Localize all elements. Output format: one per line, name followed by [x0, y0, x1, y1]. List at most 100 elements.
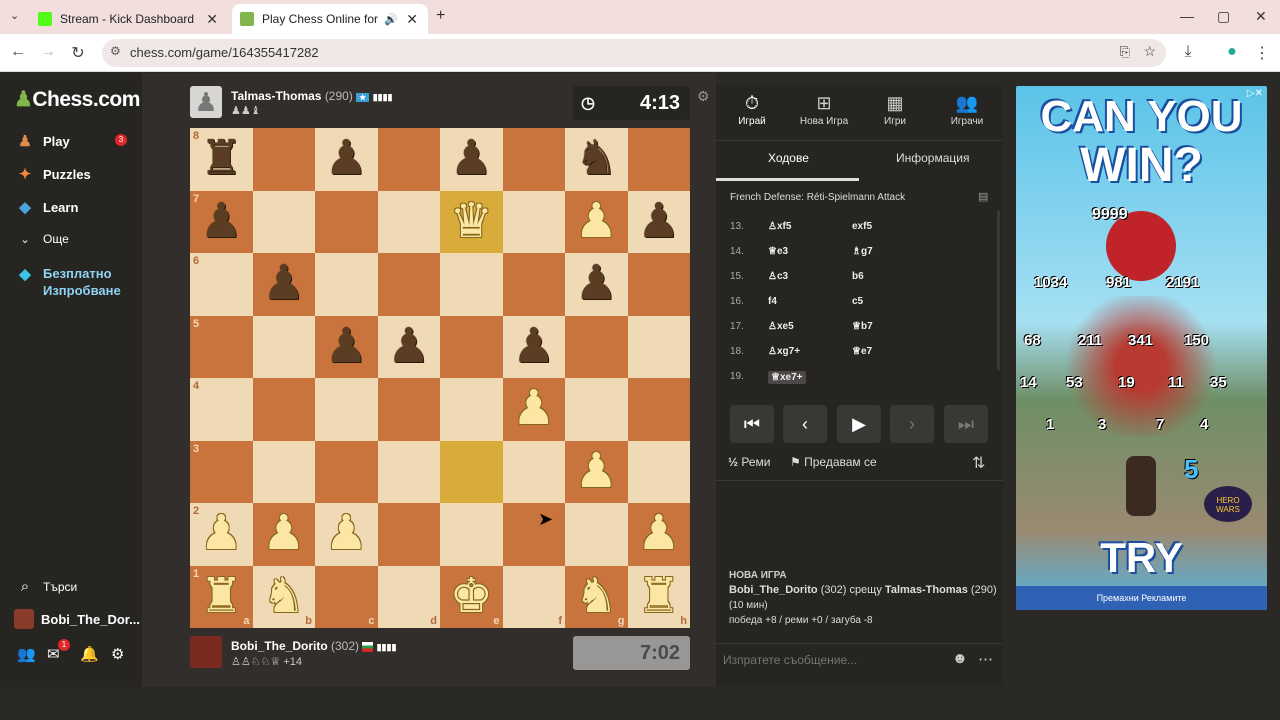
menu-icon[interactable]: ⋮ [1252, 43, 1272, 63]
install-icon[interactable]: ⎘ [1120, 44, 1130, 60]
profile-icon[interactable]: ● [1222, 43, 1242, 61]
square-d6[interactable] [377, 253, 440, 316]
previous-move-button[interactable]: ‹ [783, 405, 827, 443]
sidebar-item-free-trial[interactable]: ◆ Безплатно Изпробване [14, 265, 133, 299]
black-move[interactable]: ♕b7 [852, 321, 873, 332]
audio-icon[interactable]: 🔊 [384, 13, 398, 26]
square-b3[interactable] [252, 440, 315, 503]
square-d7[interactable] [377, 190, 440, 253]
square-b8[interactable] [252, 128, 315, 191]
close-window-icon[interactable]: ✕ [1255, 8, 1267, 25]
square-a8[interactable]: 8 ♜ [190, 128, 253, 191]
sidebar-item-more[interactable]: ⌄ Още [14, 232, 68, 246]
chess-logo[interactable]: ♟Chess.com [14, 87, 140, 112]
opening-book-icon[interactable]: ▤ [978, 190, 988, 203]
tab-search-icon[interactable]: ⌄ [10, 9, 19, 22]
black-rook-piece[interactable]: ♜ [190, 128, 253, 191]
opening-name[interactable]: French Defense: Réti-Spielmann Attack [730, 192, 905, 203]
opponent-avatar[interactable]: ♟ [190, 86, 222, 118]
square-c4[interactable] [315, 378, 378, 441]
black-pawn-piece[interactable]: ♟ [315, 316, 378, 379]
white-rook-piece[interactable]: ♜ [628, 566, 691, 629]
more-options-icon[interactable]: ⋯ [978, 650, 993, 668]
settings-icon[interactable]: ⚙ [111, 645, 124, 663]
square-a5[interactable]: 5 [190, 315, 253, 378]
square-d8[interactable] [377, 128, 440, 191]
resign-button[interactable]: ⚑ Предавам се [790, 455, 877, 469]
square-h8[interactable] [627, 128, 690, 191]
first-move-button[interactable]: ⏮ [730, 405, 774, 443]
square-a7[interactable]: 7 ♟ [190, 190, 253, 253]
square-a3[interactable]: 3 [190, 440, 253, 503]
square-b4[interactable] [252, 378, 315, 441]
square-h4[interactable] [627, 378, 690, 441]
play-moves-button[interactable]: ▶ [837, 405, 881, 443]
white-pawn-piece[interactable]: ♟ [190, 503, 253, 566]
last-move-button[interactable]: ⏭ [944, 405, 988, 443]
square-h2[interactable]: ♟ [627, 503, 691, 566]
square-b2[interactable]: ♟ [252, 503, 316, 566]
square-d3[interactable] [377, 440, 440, 503]
square-g7[interactable]: ♟ [565, 190, 628, 253]
white-pawn-piece[interactable]: ♟ [253, 503, 316, 566]
reload-icon[interactable]: ↻ [68, 43, 88, 63]
white-pawn-piece[interactable]: ♟ [628, 503, 691, 566]
white-knight-piece[interactable]: ♞ [565, 566, 628, 629]
black-move[interactable]: ♗g7 [852, 246, 873, 257]
player-avatar[interactable] [190, 636, 222, 668]
board-settings-icon[interactable]: ⚙ [697, 88, 710, 105]
white-pawn-piece[interactable]: ♟ [315, 503, 378, 566]
square-h7[interactable]: ♟ [627, 190, 690, 253]
square-d2[interactable] [377, 503, 440, 566]
square-c3[interactable] [315, 440, 378, 503]
square-e4[interactable] [440, 378, 503, 441]
player-name[interactable]: Bobi_The_Dorito (302) ■■ ▮▮▮▮ [231, 639, 396, 653]
ad-cta[interactable]: TRY [1016, 534, 1267, 582]
square-e8[interactable]: ♟ [440, 128, 503, 191]
square-f5[interactable]: ♟ [502, 315, 566, 379]
back-icon[interactable]: ← [8, 43, 28, 61]
square-f3[interactable] [502, 440, 565, 503]
new-game-player1[interactable]: Bobi_The_Dorito [729, 584, 818, 596]
white-queen-piece[interactable]: ♛ [440, 191, 503, 254]
download-icon[interactable]: ⤓ [1178, 43, 1198, 61]
new-game-player2[interactable]: Talmas-Thomas [885, 584, 968, 596]
square-g4[interactable] [565, 378, 628, 441]
black-pawn-piece[interactable]: ♟ [565, 253, 628, 316]
square-a2[interactable]: 2 ♟ [190, 503, 253, 566]
square-b6[interactable]: ♟ [252, 253, 315, 316]
square-f4[interactable]: ♟ [502, 378, 565, 441]
square-f6[interactable] [502, 253, 565, 316]
black-pawn-piece[interactable]: ♟ [440, 128, 503, 191]
square-b1[interactable]: b ♞ [252, 565, 316, 629]
white-move[interactable]: ♙xe5 [768, 321, 794, 332]
white-knight-piece[interactable]: ♞ [253, 566, 316, 629]
square-g5[interactable] [565, 315, 628, 378]
black-pawn-piece[interactable]: ♟ [503, 316, 566, 379]
sidebar-item-play[interactable]: ♟ Play [14, 132, 69, 150]
bookmark-star-icon[interactable]: ☆ [1143, 43, 1156, 60]
remove-ads-link[interactable]: Премахни Рекламите [1016, 586, 1267, 610]
square-e3[interactable] [440, 440, 503, 503]
maximize-icon[interactable]: ▢ [1217, 8, 1230, 25]
site-info-icon[interactable]: ⚙ [110, 44, 121, 58]
notifications-icon[interactable]: 🔔 [80, 645, 99, 663]
square-a6[interactable]: 6 [190, 253, 253, 316]
forward-icon[interactable]: → [38, 43, 58, 61]
opponent-name[interactable]: Talmas-Thomas (290) ★ ▮▮▮▮ [231, 89, 393, 103]
browser-tab-kick[interactable]: Stream - Kick Dashboard ✕ [30, 4, 228, 34]
black-move[interactable]: b6 [852, 271, 864, 282]
square-g3[interactable]: ♟ [565, 440, 628, 504]
white-move[interactable]: ♕xe7+ [768, 371, 806, 384]
square-f7[interactable] [502, 190, 565, 253]
square-b5[interactable] [252, 315, 315, 378]
white-rook-piece[interactable]: ♜ [190, 566, 253, 629]
square-g8[interactable]: ♞ [565, 128, 628, 191]
sidebar-item-learn[interactable]: ◆ Learn [14, 198, 78, 216]
square-e5[interactable] [440, 315, 503, 378]
black-pawn-piece[interactable]: ♟ [378, 316, 441, 379]
white-pawn-piece[interactable]: ♟ [565, 441, 628, 504]
draw-button[interactable]: ½ Реми [728, 455, 770, 469]
square-e2[interactable] [440, 503, 503, 566]
square-d1[interactable]: d [377, 565, 440, 628]
